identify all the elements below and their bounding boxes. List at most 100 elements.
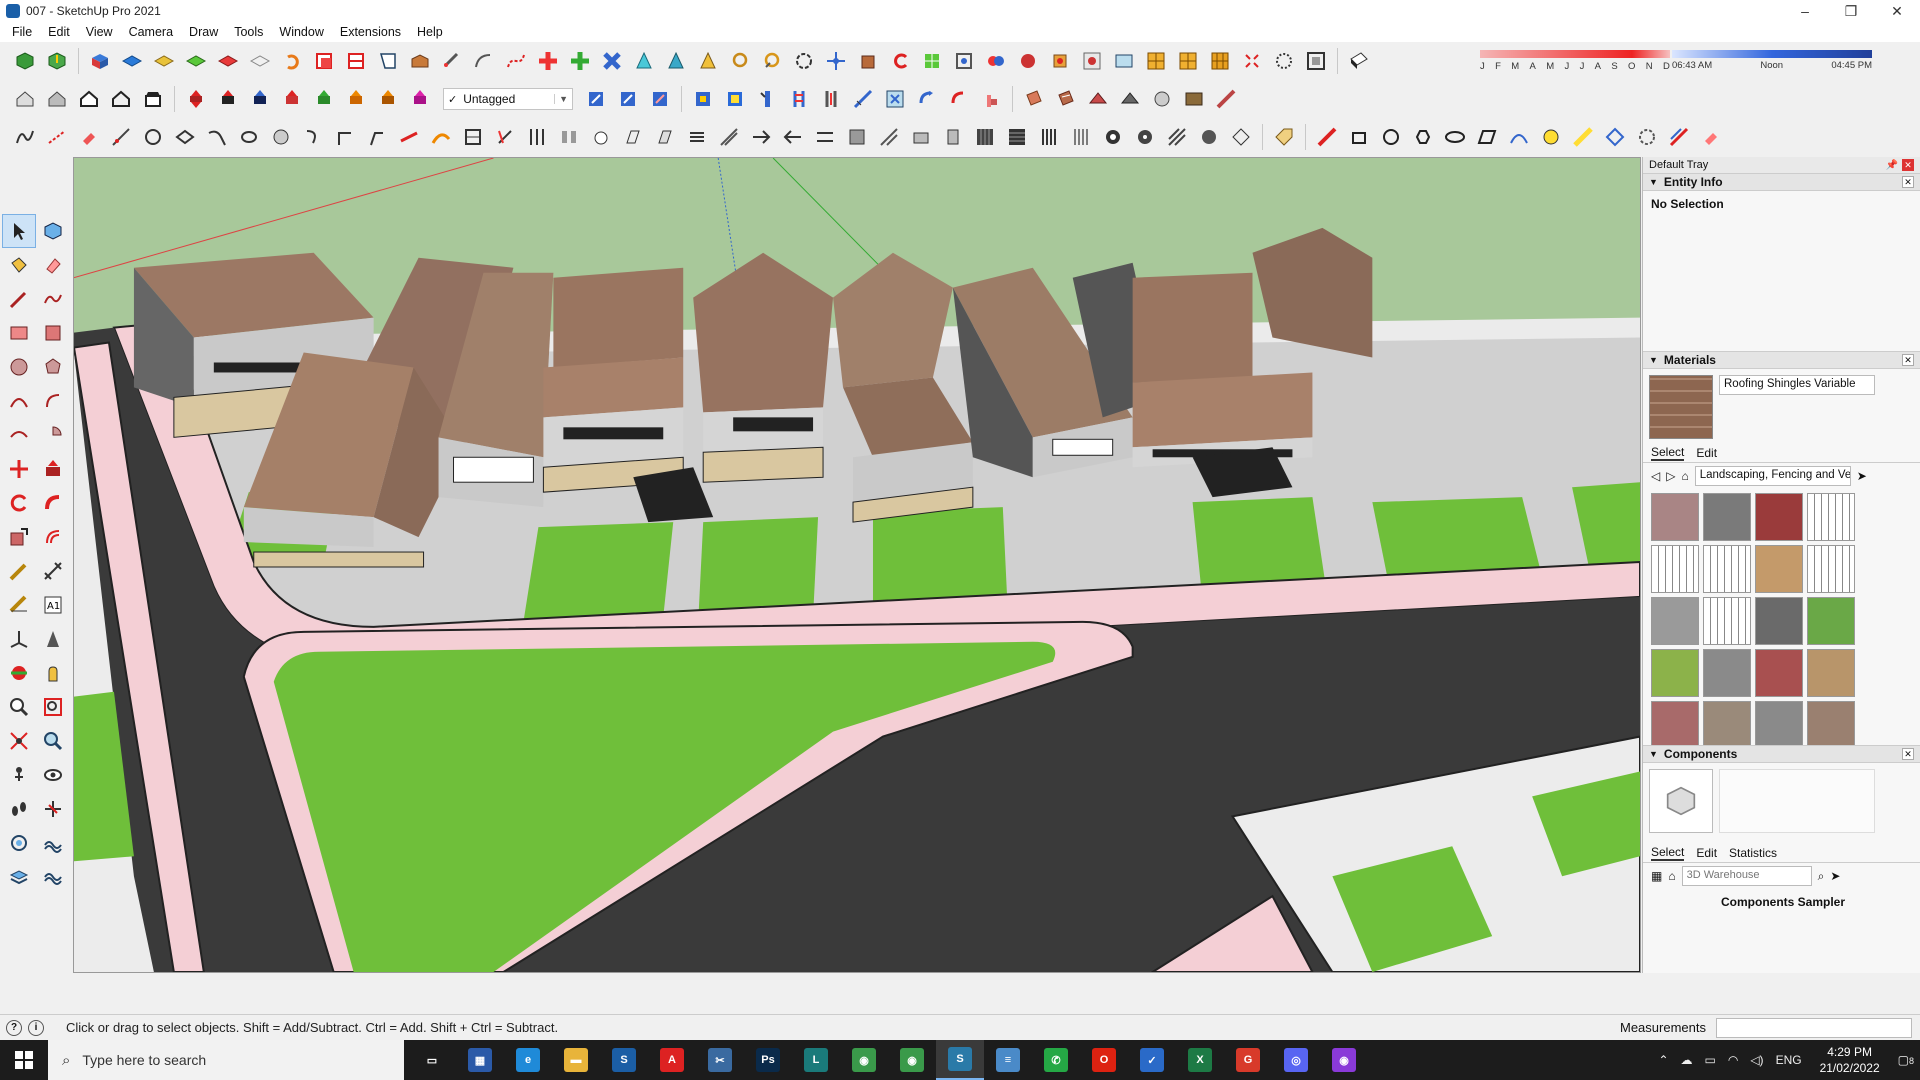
render-c-icon[interactable] — [1147, 84, 1177, 114]
gear-dark-2-icon[interactable] — [1130, 122, 1160, 152]
previous-view-icon[interactable] — [36, 724, 70, 758]
lasso-icon[interactable] — [725, 46, 755, 76]
tag-selector[interactable]: ✓ Untagged ▼ — [443, 88, 573, 110]
offset-icon[interactable] — [36, 520, 70, 554]
house-iso-icon[interactable] — [42, 84, 72, 114]
sphere-icon[interactable] — [266, 122, 296, 152]
windows-start-button[interactable] — [0, 1040, 48, 1080]
curve-tool-icon[interactable] — [202, 122, 232, 152]
hand-red-icon[interactable] — [976, 84, 1006, 114]
three-point-arc-icon[interactable] — [2, 418, 36, 452]
gear-dark-3-icon[interactable] — [1194, 122, 1224, 152]
texture-icon[interactable] — [1051, 84, 1081, 114]
modeling-viewport[interactable] — [73, 157, 1641, 973]
zoom-extents-icon[interactable] — [2, 724, 36, 758]
material-swatch[interactable] — [1703, 597, 1751, 645]
components-header[interactable]: ▼ Components ✕ — [1643, 745, 1920, 763]
entity-info-header[interactable]: ▼ Entity Info ✕ — [1643, 173, 1920, 191]
arc-icon[interactable] — [469, 46, 499, 76]
axes-icon[interactable] — [2, 622, 36, 656]
render-b-icon[interactable] — [1115, 84, 1145, 114]
warehouse-icon[interactable] — [405, 46, 435, 76]
taskbar-app-whatsapp[interactable]: ✆ — [1032, 1040, 1080, 1080]
back-arrow-icon[interactable]: ◁ — [1651, 469, 1660, 483]
push-green-v-icon[interactable] — [309, 84, 339, 114]
gear-yellow-icon[interactable] — [1536, 122, 1566, 152]
iso-view-icon[interactable] — [85, 46, 115, 76]
menu-view[interactable]: View — [78, 25, 121, 39]
components-close-icon[interactable]: ✕ — [1902, 748, 1914, 760]
section-cuts-icon[interactable] — [341, 46, 371, 76]
shadow-toggle-icon[interactable] — [1344, 46, 1374, 76]
arrows-icon[interactable] — [746, 122, 776, 152]
pen-red-icon[interactable] — [1312, 122, 1342, 152]
material-swatch[interactable] — [1651, 701, 1699, 745]
rotated-rectangle-icon[interactable] — [36, 316, 70, 350]
cone-2-icon[interactable] — [661, 46, 691, 76]
zoom-window-icon[interactable] — [36, 690, 70, 724]
material-name-field[interactable]: Roofing Shingles Variable — [1719, 375, 1875, 395]
orbit-dashed-icon[interactable] — [1269, 46, 1299, 76]
frame-box-icon[interactable] — [458, 122, 488, 152]
scale-icon[interactable] — [2, 520, 36, 554]
measurements-input[interactable] — [1716, 1018, 1912, 1038]
hatch-icon[interactable] — [714, 122, 744, 152]
curve-red-icon[interactable] — [885, 46, 915, 76]
minimize-button[interactable]: – — [1782, 0, 1828, 22]
frame-icon[interactable] — [1109, 46, 1139, 76]
material-swatch[interactable] — [1703, 701, 1751, 745]
home-icon[interactable]: ⌂ — [1681, 469, 1688, 483]
tag-pencil-icon[interactable] — [581, 84, 611, 114]
material-swatch[interactable] — [1651, 493, 1699, 541]
maximize-button[interactable]: ❐ — [1828, 0, 1874, 22]
wall-icon[interactable] — [906, 122, 936, 152]
taskbar-app-discord[interactable]: ◎ — [1272, 1040, 1320, 1080]
pie-icon[interactable] — [36, 418, 70, 452]
polygon-tool-icon[interactable] — [36, 350, 70, 384]
taskbar-app-snipping[interactable]: ✂ — [696, 1040, 744, 1080]
rectangle-icon[interactable] — [2, 316, 36, 350]
taskbar-app-notepad[interactable]: ≡ — [984, 1040, 1032, 1080]
cube-grey-icon[interactable] — [842, 122, 872, 152]
menu-window[interactable]: Window — [271, 25, 331, 39]
taskbar-app-file-explorer[interactable]: ▬ — [552, 1040, 600, 1080]
menu-edit[interactable]: Edit — [40, 25, 78, 39]
follow-me-icon[interactable] — [36, 486, 70, 520]
material-swatch[interactable] — [1755, 597, 1803, 645]
cut-icon[interactable] — [490, 122, 520, 152]
hook-icon[interactable] — [298, 122, 328, 152]
render-a-icon[interactable] — [1083, 84, 1113, 114]
shape-icon[interactable] — [170, 122, 200, 152]
position-camera-icon[interactable] — [2, 758, 36, 792]
paint-bucket-icon[interactable] — [2, 248, 36, 282]
material-swatch[interactable] — [1651, 597, 1699, 645]
shadow-settings-strip[interactable]: JFMAMJJASOND 06:43 AM Noon 04:45 PM — [1466, 46, 1906, 78]
material-swatch[interactable] — [1703, 545, 1751, 593]
materials-close-icon[interactable]: ✕ — [1902, 354, 1914, 366]
egg-icon[interactable] — [234, 122, 264, 152]
3d-scene[interactable] — [74, 158, 1640, 972]
rotate-icon[interactable] — [789, 46, 819, 76]
arc-blue-icon[interactable] — [1504, 122, 1534, 152]
push-orange-n-icon[interactable] — [341, 84, 371, 114]
materials-tab-select[interactable]: Select — [1651, 445, 1685, 461]
pencil-link-icon[interactable] — [437, 46, 467, 76]
line-redpink-icon[interactable] — [1664, 122, 1694, 152]
material-swatch[interactable] — [1651, 649, 1699, 697]
taskbar-app-chrome-2[interactable]: ◉ — [888, 1040, 936, 1080]
gear-dark-icon[interactable] — [1098, 122, 1128, 152]
material-swatch[interactable] — [1807, 597, 1855, 645]
menu-camera[interactable]: Camera — [121, 25, 181, 39]
bezier-icon[interactable] — [501, 46, 531, 76]
two-point-arc-icon[interactable] — [36, 384, 70, 418]
render-e-icon[interactable] — [1211, 84, 1241, 114]
freehand-tool-icon[interactable] — [36, 282, 70, 316]
stripes-icon[interactable] — [1034, 122, 1064, 152]
push-pull-icon[interactable] — [36, 452, 70, 486]
window-grid-2-icon[interactable] — [1173, 46, 1203, 76]
component-red-icon[interactable] — [981, 46, 1011, 76]
eraser-red-icon[interactable] — [74, 122, 104, 152]
cylinders-icon[interactable] — [554, 122, 584, 152]
tag-pencil-3-icon[interactable] — [645, 84, 675, 114]
protractor-icon[interactable] — [2, 588, 36, 622]
